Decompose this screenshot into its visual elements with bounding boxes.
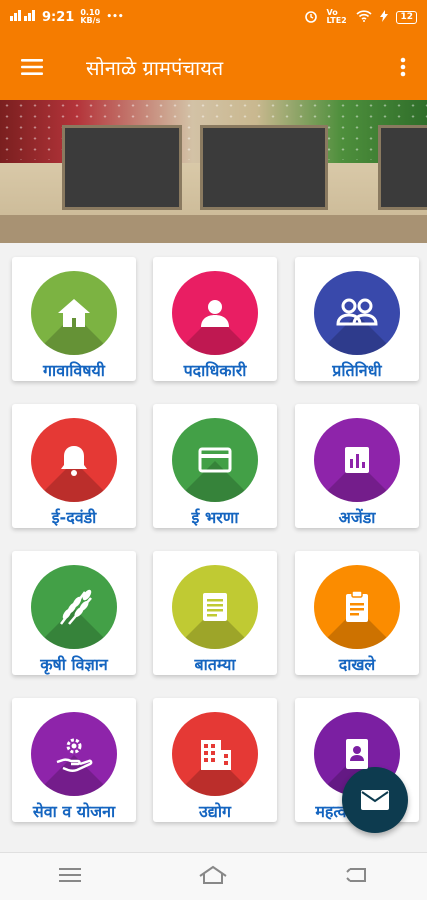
tile-udyog[interactable]: उद्योग bbox=[153, 698, 277, 822]
app-bar: सोनाळे ग्रामपंचायत bbox=[0, 34, 427, 100]
status-time: 9:21 bbox=[42, 9, 75, 25]
battery-level: 12 bbox=[396, 10, 417, 24]
wheat-icon bbox=[60, 589, 92, 625]
mail-icon bbox=[361, 790, 389, 810]
network-label: Vo LTE2 bbox=[326, 8, 347, 25]
system-nav-bar bbox=[0, 852, 427, 900]
tile-circle bbox=[314, 271, 400, 355]
news-icon bbox=[203, 593, 227, 621]
tile-label: ई-दवंडी bbox=[51, 508, 97, 527]
contact-icon bbox=[346, 739, 368, 769]
tile-circle bbox=[31, 565, 117, 649]
service-hand-icon bbox=[56, 738, 93, 772]
banner-image bbox=[0, 100, 427, 243]
person-icon bbox=[201, 300, 229, 327]
tile-label: गावाविषयी bbox=[43, 361, 105, 380]
tile-circle bbox=[31, 418, 117, 502]
more-vert-icon[interactable] bbox=[379, 34, 427, 100]
status-bar: 9:21 0.10 KB/s ••• Vo LTE2 12 bbox=[0, 0, 427, 34]
people-icon bbox=[336, 298, 378, 326]
recents-icon[interactable] bbox=[58, 867, 81, 887]
home-nav-icon[interactable] bbox=[198, 865, 228, 889]
tile-circle bbox=[314, 565, 400, 649]
hamburger-icon[interactable] bbox=[0, 34, 64, 100]
tile-seva-yojana[interactable]: सेवा व योजना bbox=[12, 698, 136, 822]
tile-circle bbox=[172, 712, 258, 796]
app-title: सोनाळे ग्रामपंचायत bbox=[86, 55, 224, 80]
tile-batamya[interactable]: बातम्या bbox=[153, 551, 277, 675]
tile-label: ई भरणा bbox=[191, 508, 239, 527]
tile-label: अजेंडा bbox=[338, 508, 376, 527]
status-speed: 0.10 KB/s bbox=[80, 8, 101, 25]
alarm-icon bbox=[304, 9, 318, 26]
back-icon[interactable] bbox=[345, 866, 369, 888]
chart-icon bbox=[345, 447, 369, 473]
tile-label: दाखले bbox=[338, 655, 376, 674]
tile-label: उद्योग bbox=[198, 802, 231, 821]
status-more: ••• bbox=[106, 12, 124, 22]
tile-circle bbox=[31, 712, 117, 796]
tile-label: पदाधिकारी bbox=[183, 361, 247, 380]
card-icon bbox=[198, 447, 232, 473]
tile-circle bbox=[172, 418, 258, 502]
tile-circle bbox=[172, 271, 258, 355]
tile-circle bbox=[31, 271, 117, 355]
tile-label: सेवा व योजना bbox=[32, 802, 116, 821]
tile-label: प्रतिनिधी bbox=[332, 361, 382, 380]
tile-agenda[interactable]: अजेंडा bbox=[295, 404, 419, 528]
tile-e-bharana[interactable]: ई भरणा bbox=[153, 404, 277, 528]
tile-pratinidhi[interactable]: प्रतिनिधी bbox=[295, 257, 419, 381]
bell-icon bbox=[61, 446, 87, 476]
tile-dakhle[interactable]: दाखले bbox=[295, 551, 419, 675]
tile-label: बातम्या bbox=[194, 655, 236, 674]
building-icon bbox=[201, 740, 231, 770]
home-icon bbox=[58, 299, 90, 327]
mail-fab-button[interactable] bbox=[342, 767, 408, 833]
wifi-icon bbox=[356, 9, 373, 25]
clipboard-icon bbox=[346, 590, 368, 622]
tile-padadhikari[interactable]: पदाधिकारी bbox=[153, 257, 277, 381]
tile-krushi-vidnyan[interactable]: कृषी विज्ञान bbox=[12, 551, 136, 675]
tile-label: कृषी विज्ञान bbox=[40, 655, 108, 674]
charging-icon bbox=[380, 9, 389, 25]
tile-circle bbox=[172, 565, 258, 649]
tile-circle bbox=[314, 418, 400, 502]
signal-icon bbox=[10, 9, 36, 25]
tile-e-davandi[interactable]: ई-दवंडी bbox=[12, 404, 136, 528]
tile-gav-vishayi[interactable]: गावाविषयी bbox=[12, 257, 136, 381]
